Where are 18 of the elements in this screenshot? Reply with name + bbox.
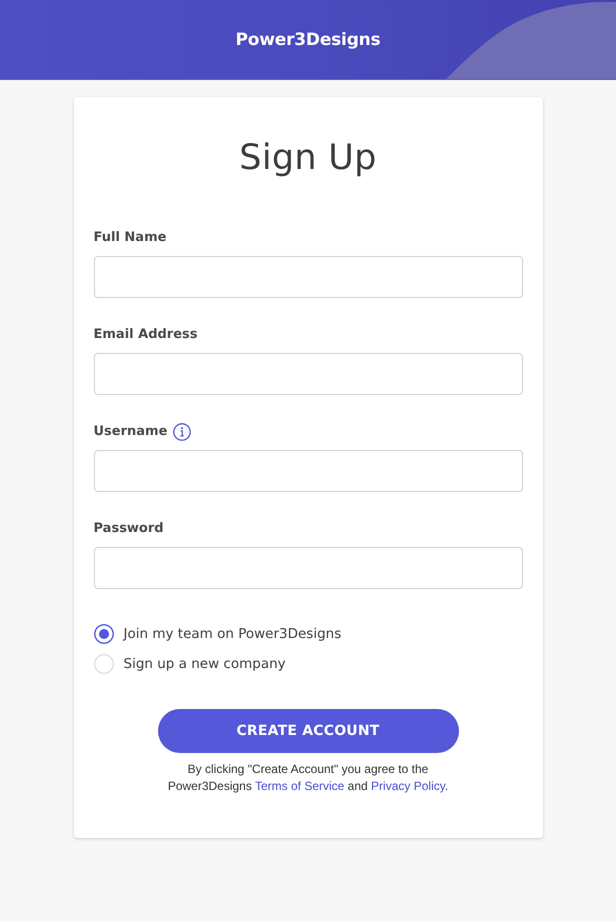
text-input-field[interactable]: [94, 256, 522, 298]
text-input-field[interactable]: [94, 547, 522, 589]
radio-label: Sign up a new company: [124, 656, 286, 672]
info-icon[interactable]: [173, 423, 192, 441]
form-title: Sign Up: [238, 137, 378, 180]
brand-title: Power3Designs: [236, 30, 380, 50]
radio-label: Join my team on Power3Designs: [124, 626, 342, 642]
field-label: Username: [94, 423, 168, 441]
field-label: Full Name: [94, 229, 166, 247]
text-input-field[interactable]: [94, 450, 522, 492]
create-account-button[interactable]: CREATE ACCOUNT: [158, 709, 458, 753]
text-input-field[interactable]: [94, 353, 522, 395]
field-label: Password: [94, 520, 164, 538]
policy-link[interactable]: Terms of Service: [254, 779, 344, 793]
policy-link[interactable]: Privacy Policy: [371, 779, 445, 793]
radio-button[interactable]: [94, 624, 114, 644]
terms-text: By clicking "Create Account" you agree to the Power3Designs Terms of Service and Privacy Policy.: [166, 761, 450, 795]
field-label: Email Address: [94, 326, 198, 344]
